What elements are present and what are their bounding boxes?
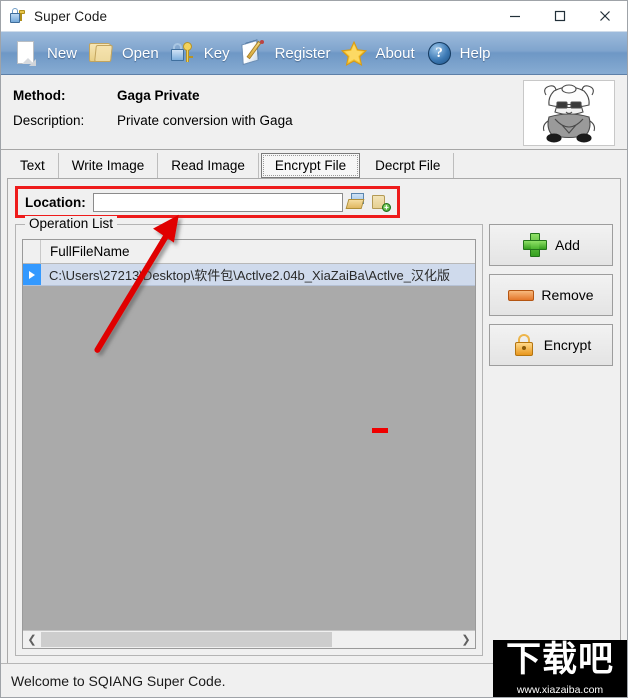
padlock-icon [511,332,537,358]
tab-text[interactable]: Text [7,153,59,178]
description-label: Description: [13,113,85,128]
location-label: Location: [25,194,86,210]
close-icon[interactable] [582,1,627,31]
scrollbar-thumb[interactable] [41,631,333,647]
grid-header-fullfilename[interactable]: FullFileName [41,244,475,259]
tab-label: Decrpt File [375,158,441,173]
operation-list-grid: FullFileName C:\Users\27213\Desktop\软件包\… [22,239,476,649]
new-document-icon [11,38,41,68]
window-controls [492,1,627,31]
description-row: Description: Private conversion with Gaga [13,113,293,128]
location-buttons: + [345,192,391,212]
tab-encrypt-file[interactable]: Encrypt File [260,153,361,178]
orange-bar-icon [508,282,535,308]
toolbar-label-about: About [375,44,415,62]
grid-header-indicator-column [23,240,41,263]
tab-label: Text [20,158,45,173]
add-button-label: Add [555,237,580,253]
new-folder-icon[interactable]: + [371,193,391,212]
tab-content-encrypt-file: Location: + Operation List FullFileName [7,178,621,663]
watermark-logo-text: 下载吧 [505,640,614,680]
scrollbar-track[interactable] [41,631,457,649]
location-bar: Location: + [15,186,400,218]
anime-girl-avatar [523,80,615,146]
method-label: Method: [13,88,66,103]
tab-decrpt-file[interactable]: Decrpt File [362,153,455,178]
cell-fullfilename: C:\Users\27213\Desktop\软件包\Actlve2.04b_X… [49,268,451,283]
question-mark-icon: ? [424,38,454,68]
toolbar-button-new[interactable]: New [9,33,84,73]
tab-label: Encrypt File [274,158,347,173]
description-value: Private conversion with Gaga [117,113,293,128]
method-value: Gaga Private [117,88,200,103]
remove-button-label: Remove [541,287,594,303]
location-input[interactable] [92,192,343,212]
chevron-right-icon[interactable]: ❯ [457,631,475,649]
add-button[interactable]: Add [489,224,613,266]
green-plus-icon [522,232,548,258]
tab-strip: Text Write Image Read Image Encrypt File… [1,150,627,178]
toolbar-label-key: Key [203,44,230,62]
title-bar: Super Code [1,1,627,31]
toolbar-button-help[interactable]: ? Help [422,33,498,73]
watermark-url: www.xiazaiba.com [516,684,604,696]
toolbar-button-about[interactable]: About [337,33,421,73]
toolbar-label-open: Open [122,44,159,62]
toolbar-button-register[interactable]: Register [237,33,338,73]
register-pencil-icon [239,38,269,68]
grid-header: FullFileName [23,240,475,264]
toolbar-label-register: Register [274,44,331,62]
horizontal-scrollbar[interactable]: ❮ ❯ [23,630,475,648]
toolbar-label-new: New [47,44,78,62]
remove-button[interactable]: Remove [489,274,613,316]
lock-key-icon [168,38,198,68]
application-window: Super Code New Open Key Register About ?… [0,0,628,698]
operation-list-legend: Operation List [25,216,118,231]
tab-label: Read Image [171,158,245,173]
encrypt-button-label: Encrypt [543,337,592,353]
maximize-icon[interactable] [537,1,582,31]
main-toolbar: New Open Key Register About ? Help [1,31,627,75]
encrypt-button[interactable]: Encrypt [489,324,613,366]
toolbar-button-open[interactable]: Open [84,33,166,73]
open-folder-icon[interactable] [345,192,367,212]
star-icon [339,38,369,68]
chevron-left-icon[interactable]: ❮ [23,631,41,649]
tab-label: Write Image [71,158,145,173]
table-row[interactable]: C:\Users\27213\Desktop\软件包\Actlve2.04b_X… [23,264,475,286]
method-row: Method: Gaga Private [13,88,200,103]
toolbar-button-key[interactable]: Key [166,33,237,73]
site-watermark: 下载吧 www.xiazaiba.com [493,640,627,697]
window-title: Super Code [34,8,108,24]
tab-write-image[interactable]: Write Image [59,153,159,178]
lock-key-icon [10,8,26,24]
method-panel: Method: Gaga Private Description: Private … [1,75,627,150]
status-text: Welcome to SQIANG Super Code. [11,672,226,689]
open-folder-icon [86,38,116,68]
tab-read-image[interactable]: Read Image [158,153,259,178]
side-button-group: Add Remove Encrypt [489,224,613,374]
row-selected-arrow-icon [23,264,41,285]
minimize-icon[interactable] [492,1,537,31]
operation-list-group: Operation List FullFileName C:\Users\272… [15,216,483,656]
toolbar-label-help: Help [459,44,491,62]
red-dash-annotation [372,428,388,433]
grid-body[interactable]: C:\Users\27213\Desktop\软件包\Actlve2.04b_X… [23,264,475,630]
